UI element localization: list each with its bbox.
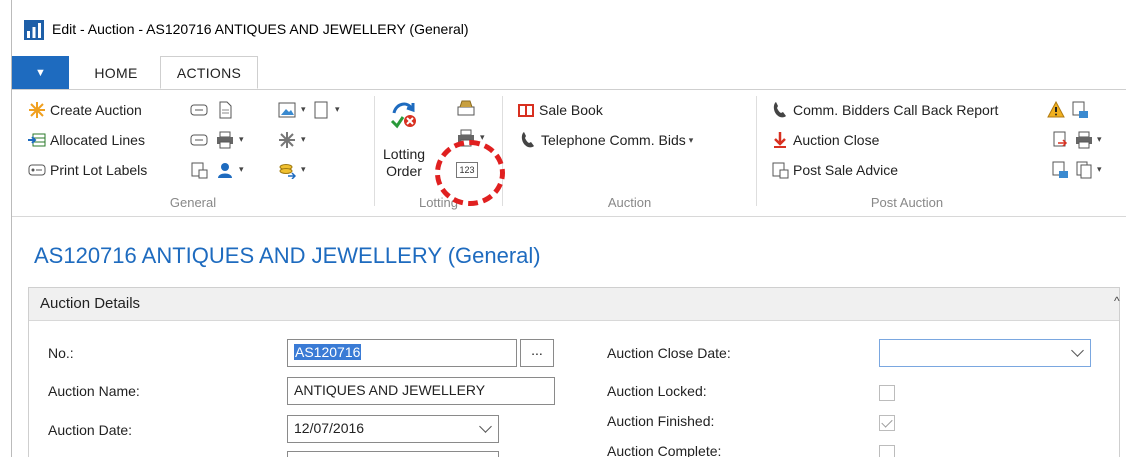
- table-arrow-icon: [28, 133, 46, 147]
- dropdown-arrow-icon: ▼: [35, 66, 46, 79]
- close-date-label: Auction Close Date:: [607, 345, 731, 361]
- report-icon[interactable]: [190, 161, 208, 179]
- file-menu-button[interactable]: ▼: [12, 56, 69, 89]
- dropdown-arrow-icon[interactable]: ▾: [1097, 164, 1102, 175]
- report-icon: [772, 162, 789, 179]
- ribbon-group-auction: Sale Book Telephone Comm. Bids ▾ Auction: [503, 90, 756, 216]
- document-icon[interactable]: [216, 101, 234, 119]
- lookup-button[interactable]: ...: [520, 339, 554, 367]
- finished-checkbox[interactable]: [879, 415, 895, 431]
- app-window: Edit - Auction - AS120716 ANTIQUES AND J…: [11, 0, 1126, 457]
- lotting-order-button[interactable]: Lotting Order: [383, 146, 425, 180]
- close-date-field[interactable]: [879, 339, 1091, 367]
- auction-close-label: Auction Close: [793, 132, 880, 148]
- page-title: AS120716 ANTIQUES AND JEWELLERY (General…: [34, 243, 541, 268]
- book-icon: [518, 104, 534, 117]
- auction-date-label: Auction Date:: [48, 422, 133, 438]
- chevron-down-icon: [479, 420, 492, 433]
- phone-icon: [773, 102, 786, 118]
- finished-label: Auction Finished:: [607, 413, 715, 429]
- copy-document-icon[interactable]: [1075, 161, 1093, 179]
- section-title: Auction Details: [40, 295, 141, 312]
- stamp-icon[interactable]: [457, 99, 475, 117]
- group-label-auction: Auction: [607, 195, 652, 210]
- email-document-icon[interactable]: [1071, 101, 1089, 119]
- printer-icon[interactable]: [1075, 131, 1093, 149]
- group-label-general: General: [169, 195, 217, 210]
- dropdown-arrow-icon: ▾: [688, 134, 694, 145]
- group-label-post-auction: Post Auction: [870, 195, 944, 210]
- dropdown-arrow-icon[interactable]: ▾: [335, 104, 340, 115]
- telephone-comm-bids-label: Telephone Comm. Bids: [541, 132, 686, 148]
- email-document-icon[interactable]: [1051, 161, 1069, 179]
- app-logo-icon: [24, 20, 44, 40]
- window-title: Edit - Auction - AS120716 ANTIQUES AND J…: [52, 21, 469, 37]
- create-auction-button[interactable]: Create Auction: [28, 99, 142, 121]
- next-field[interactable]: [287, 451, 499, 457]
- label-icon: [28, 164, 46, 176]
- coins-icon[interactable]: [278, 161, 296, 179]
- print-lot-labels-button[interactable]: Print Lot Labels: [28, 159, 147, 181]
- complete-checkbox[interactable]: [879, 445, 895, 457]
- post-sale-advice-button[interactable]: Post Sale Advice: [771, 159, 898, 181]
- warning-icon[interactable]: [1047, 101, 1065, 119]
- arrow-down-icon: [774, 132, 786, 148]
- phone-icon: [521, 132, 534, 148]
- sparkle-icon[interactable]: [278, 131, 296, 149]
- auction-date-field[interactable]: 12/07/2016: [287, 415, 499, 443]
- print-lot-labels-label: Print Lot Labels: [50, 162, 148, 178]
- no-value: AS120716: [294, 344, 362, 360]
- sparkle-icon: [29, 102, 45, 118]
- dropdown-arrow-icon[interactable]: ▾: [301, 134, 306, 145]
- locked-checkbox[interactable]: [879, 385, 895, 401]
- chevron-down-icon: [1071, 344, 1084, 357]
- ribbon-group-general: Create Auction Allocated Lines Print Lot…: [12, 90, 374, 216]
- dropdown-arrow-icon[interactable]: ▾: [239, 164, 244, 175]
- auction-name-field[interactable]: ANTIQUES AND JEWELLERY: [287, 377, 555, 405]
- highlight-annotation: [435, 140, 505, 206]
- lotting-order-label-2: Order: [386, 163, 422, 179]
- user-icon[interactable]: [216, 161, 234, 179]
- telephone-comm-bids-button[interactable]: Telephone Comm. Bids ▾: [519, 129, 693, 151]
- card-icon[interactable]: [190, 131, 208, 149]
- auction-close-button[interactable]: Auction Close: [771, 129, 879, 151]
- tab-home[interactable]: HOME: [72, 56, 160, 89]
- auction-name-label: Auction Name:: [48, 383, 140, 399]
- auction-name-value: ANTIQUES AND JEWELLERY: [294, 382, 486, 398]
- allocated-lines-button[interactable]: Allocated Lines: [28, 129, 145, 151]
- printer-icon[interactable]: [216, 131, 234, 149]
- dropdown-arrow-icon[interactable]: ▾: [301, 104, 306, 115]
- card-icon[interactable]: [190, 101, 208, 119]
- image-icon[interactable]: [278, 101, 296, 119]
- section-header[interactable]: Auction Details: [29, 288, 1119, 321]
- auction-date-value: 12/07/2016: [294, 420, 365, 436]
- lotting-order-label-1: Lotting: [383, 146, 426, 162]
- comm-bidders-call-back-report-label: Comm. Bidders Call Back Report: [793, 102, 999, 118]
- document-arrow-icon[interactable]: [1051, 131, 1069, 149]
- auction-details-section: Auction Details No.: AS120716 ... Auctio…: [28, 287, 1120, 457]
- ribbon-tabs: ▼ HOME ACTIONS: [12, 56, 1126, 90]
- create-auction-label: Create Auction: [50, 102, 142, 118]
- post-sale-advice-label: Post Sale Advice: [793, 162, 899, 178]
- sale-book-button[interactable]: Sale Book: [517, 99, 603, 121]
- ribbon: Create Auction Allocated Lines Print Lot…: [12, 90, 1126, 217]
- no-field[interactable]: AS120716: [287, 339, 517, 367]
- collapse-caret-icon[interactable]: ^: [1114, 294, 1120, 308]
- sale-book-label: Sale Book: [539, 102, 603, 118]
- dropdown-arrow-icon[interactable]: ▾: [301, 164, 306, 175]
- title-bar: Edit - Auction - AS120716 ANTIQUES AND J…: [12, 0, 1126, 56]
- lotting-order-icon[interactable]: [390, 99, 418, 129]
- dropdown-arrow-icon[interactable]: ▾: [239, 134, 244, 145]
- dropdown-arrow-icon[interactable]: ▾: [1097, 134, 1102, 145]
- blank-page-icon[interactable]: [312, 101, 330, 119]
- ribbon-group-post-auction: Comm. Bidders Call Back Report Auction C…: [757, 90, 1126, 216]
- locked-label: Auction Locked:: [607, 383, 707, 399]
- complete-label: Auction Complete:: [607, 443, 722, 457]
- tab-actions[interactable]: ACTIONS: [160, 56, 258, 89]
- no-label: No.:: [48, 345, 74, 361]
- comm-bidders-call-back-report-button[interactable]: Comm. Bidders Call Back Report: [771, 99, 998, 121]
- allocated-lines-label: Allocated Lines: [50, 132, 145, 148]
